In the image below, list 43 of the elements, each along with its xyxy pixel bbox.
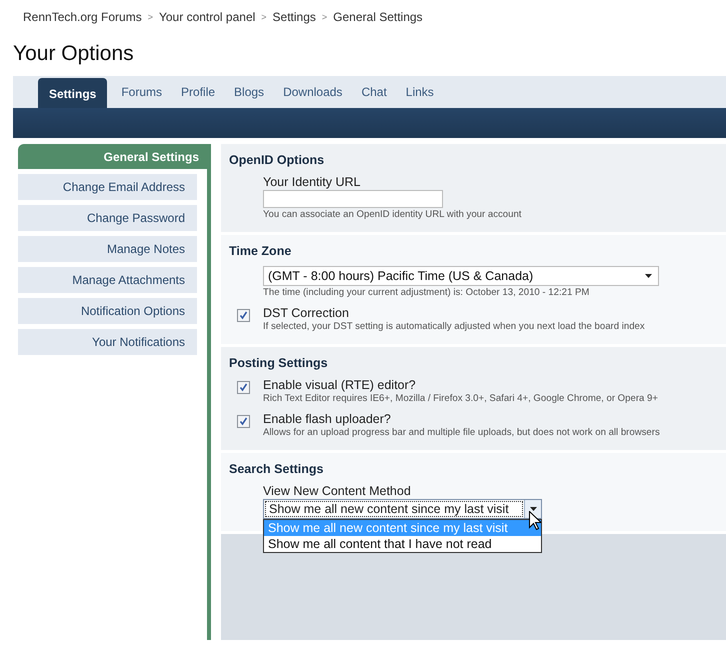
caret-icon [645, 274, 652, 278]
breadcrumb-separator: > [261, 12, 267, 22]
tab[interactable]: Forums [121, 76, 162, 108]
checkbox-label: Enable visual (RTE) editor? [263, 378, 417, 392]
content-method-dropdown[interactable]: Show me all new content since my last visit [263, 499, 542, 519]
sidebar-item[interactable]: General Settings [18, 144, 207, 169]
breadcrumb-separator: > [148, 12, 153, 22]
section-title: Posting Settings [229, 356, 329, 370]
breadcrumb-link[interactable]: RennTech.org Forums [23, 10, 142, 24]
sidebar-item[interactable]: Notification Options [18, 298, 197, 324]
tab[interactable]: Blogs [234, 76, 264, 108]
page-title: Your Options [13, 42, 135, 66]
field-hint: The time (including your current adjustment) is: October 13, 2010 - 12:21 PM [263, 287, 590, 298]
checkbox[interactable] [237, 309, 250, 322]
checkbox[interactable] [237, 415, 250, 428]
checkbox-label: DST Correction [263, 306, 350, 320]
sidebar-item[interactable]: Manage Notes [18, 236, 197, 262]
section-title: Search Settings [229, 462, 324, 476]
breadcrumb-link[interactable]: Your control panel [158, 10, 256, 24]
tab[interactable]: Settings [38, 78, 108, 108]
section-title: OpenID Options [229, 153, 326, 167]
sidebar-item[interactable]: Your Notifications [18, 329, 197, 355]
breadcrumb-separator: > [322, 12, 328, 22]
field-hint: Rich Text Editor requires IE6+, Mozilla / Firefox 3.0+, Safari 4+, Google Chrome, or Opera 9+ [263, 393, 658, 404]
field-hint: Allows for an upload progress bar and multiple file uploads, but does not work on all browsers [263, 427, 660, 438]
breadcrumb-link[interactable]: Settings [272, 10, 316, 24]
checkbox-label: Enable flash uploader? [263, 412, 392, 426]
tab[interactable]: Profile [181, 76, 216, 108]
checkbox[interactable] [237, 381, 250, 394]
field-label: Your Identity URL [263, 175, 362, 189]
time-zone-select[interactable]: (GMT - 8:00 hours) Pacific Time (US & Canada) [263, 266, 659, 286]
field-hint: You can associate an OpenID identity URL with your account [263, 209, 522, 220]
breadcrumb-link[interactable]: General Settings [333, 10, 423, 24]
field-hint: If selected, your DST setting is automatically adjusted when you next load the board index [263, 321, 645, 332]
section-title: Time Zone [229, 244, 292, 258]
tab[interactable]: Downloads [283, 76, 342, 108]
tab[interactable]: Chat [361, 76, 387, 108]
sidebar-item[interactable]: Manage Attachments [18, 267, 197, 293]
tab[interactable]: Links [406, 76, 434, 108]
identity-url-field[interactable] [263, 190, 443, 208]
sidebar-item[interactable]: Change Email Address [18, 174, 197, 200]
sidebar-item[interactable]: Change Password [18, 205, 197, 231]
field-label: View New Content Method [263, 484, 412, 498]
